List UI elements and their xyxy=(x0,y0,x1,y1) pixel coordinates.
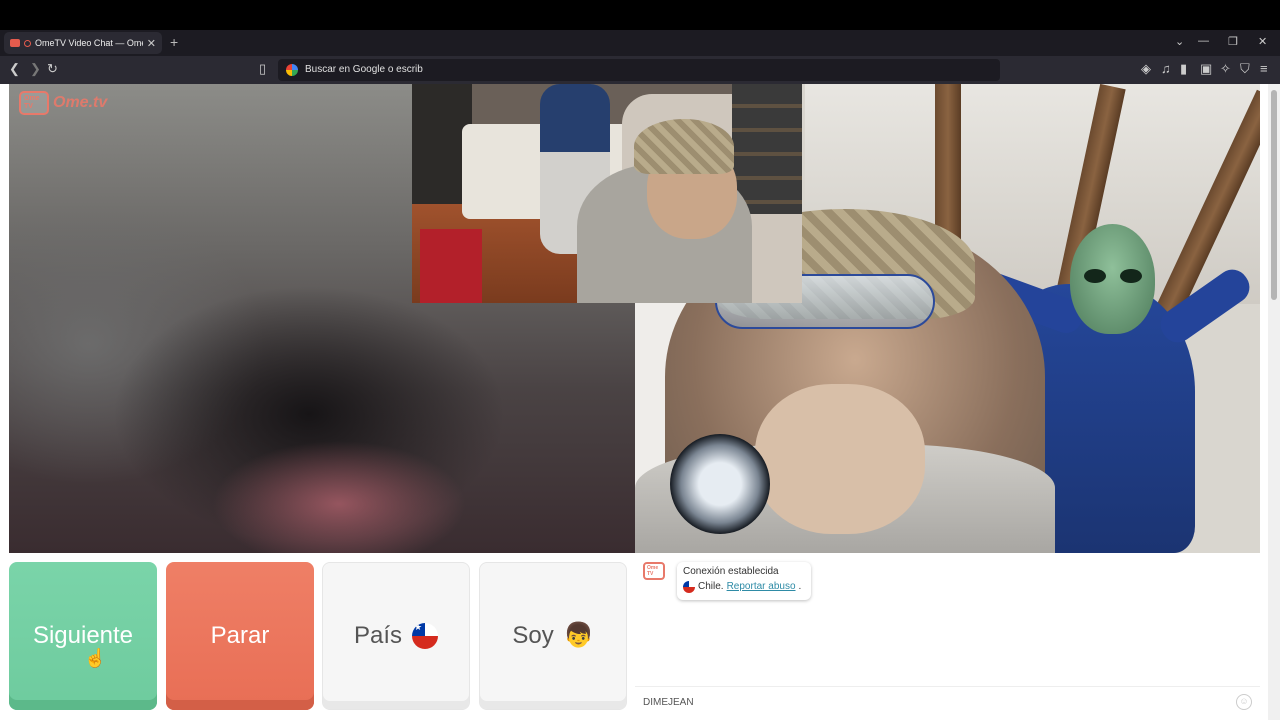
bookmark-icon[interactable]: ▯ xyxy=(259,62,266,76)
cap xyxy=(634,119,734,174)
close-window-button[interactable]: ✕ xyxy=(1258,35,1267,48)
system-message: Conexión establecida Chile. Reportar abu… xyxy=(677,562,811,600)
new-tab-button[interactable]: + xyxy=(170,34,178,50)
ometv-chat-icon: Ome TV xyxy=(643,562,665,580)
url-bar[interactable]: Buscar en Google o escrib xyxy=(278,59,1000,81)
menu-icon[interactable]: ≡ xyxy=(1260,62,1268,76)
google-icon xyxy=(286,64,298,76)
next-label: Siguiente xyxy=(32,622,134,649)
page-scrollbar[interactable] xyxy=(1268,84,1280,720)
ometv-page: Ome TV Ome.tv Siguiente Parar País ★ Soy… xyxy=(0,84,1280,720)
browser-tab[interactable]: OmeTV Video Chat — Omeg ✕ xyxy=(4,32,162,54)
gender-button[interactable]: Soy 👦 xyxy=(479,562,627,710)
chevron-left-icon[interactable]: ❮ xyxy=(9,62,20,76)
stop-label: Parar xyxy=(210,622,270,649)
partner-country: Chile. xyxy=(698,581,724,592)
reload-icon[interactable]: ↻ xyxy=(47,62,58,76)
alien-mask xyxy=(1070,224,1155,334)
ometv-logo[interactable]: Ome TV Ome.tv xyxy=(19,91,107,115)
chile-flag-icon xyxy=(412,623,439,649)
minimize-button[interactable]: — xyxy=(1198,35,1209,47)
shield-icon[interactable]: ⛉ xyxy=(1240,62,1250,76)
red-box xyxy=(420,229,482,303)
next-button[interactable]: Siguiente xyxy=(9,562,157,710)
wristwatch xyxy=(670,434,770,534)
chat-input-bar: DIMEJEAN ☺ xyxy=(635,686,1260,720)
wallet-icon[interactable]: ▣ xyxy=(1200,62,1212,76)
extensions-icon[interactable]: ◈ xyxy=(1141,62,1151,76)
recording-icon xyxy=(24,39,31,47)
country-button[interactable]: País xyxy=(322,562,470,710)
chat-input[interactable]: DIMEJEAN xyxy=(643,697,694,708)
browser-toolbar: ❮ ❯ ↻ ▯ Buscar en Google o escrib ◈ ♫ ▮ … xyxy=(0,56,1280,84)
stop-button[interactable]: Parar xyxy=(166,562,314,710)
logo-text: Ome.tv xyxy=(53,94,108,111)
chile-flag-icon xyxy=(683,581,695,593)
url-input[interactable]: Buscar en Google o escrib xyxy=(305,64,423,75)
tab-list-icon[interactable]: ⌄ xyxy=(1175,35,1184,48)
tab-title: OmeTV Video Chat — Omeg xyxy=(35,38,143,48)
music-icon[interactable]: ♫ xyxy=(1161,62,1171,76)
scrollbar-thumb[interactable] xyxy=(1271,90,1277,300)
tv-icon: Ome TV xyxy=(19,91,49,115)
top-black-strip xyxy=(0,0,1280,30)
connection-status: Conexión establecida xyxy=(683,566,779,577)
chevron-right-icon[interactable]: ❯ xyxy=(30,62,41,76)
pip-video xyxy=(412,84,802,303)
maximize-button[interactable]: ❐ xyxy=(1228,35,1238,48)
hand-cursor-icon: ☝ xyxy=(84,648,107,668)
chat-panel: Ome TV Conexión establecida Chile. Repor… xyxy=(635,553,1260,720)
report-abuse-link[interactable]: Reportar abuso xyxy=(727,579,796,595)
boy-face-icon: 👦 xyxy=(563,622,594,649)
sidebar-icon[interactable]: ▮ xyxy=(1180,62,1187,76)
country-label: País xyxy=(353,622,403,649)
smiley-icon[interactable]: ☺ xyxy=(1236,694,1252,710)
browser-tab-bar: OmeTV Video Chat — Omeg ✕ + ⌄ — ❐ ✕ xyxy=(0,30,1280,56)
camera-icon xyxy=(10,39,20,47)
fist xyxy=(755,384,925,534)
gender-label: Soy xyxy=(512,622,554,649)
shelf xyxy=(732,84,802,214)
close-tab-icon[interactable]: ✕ xyxy=(147,37,156,50)
ai-icon[interactable]: ✧ xyxy=(1220,62,1231,76)
